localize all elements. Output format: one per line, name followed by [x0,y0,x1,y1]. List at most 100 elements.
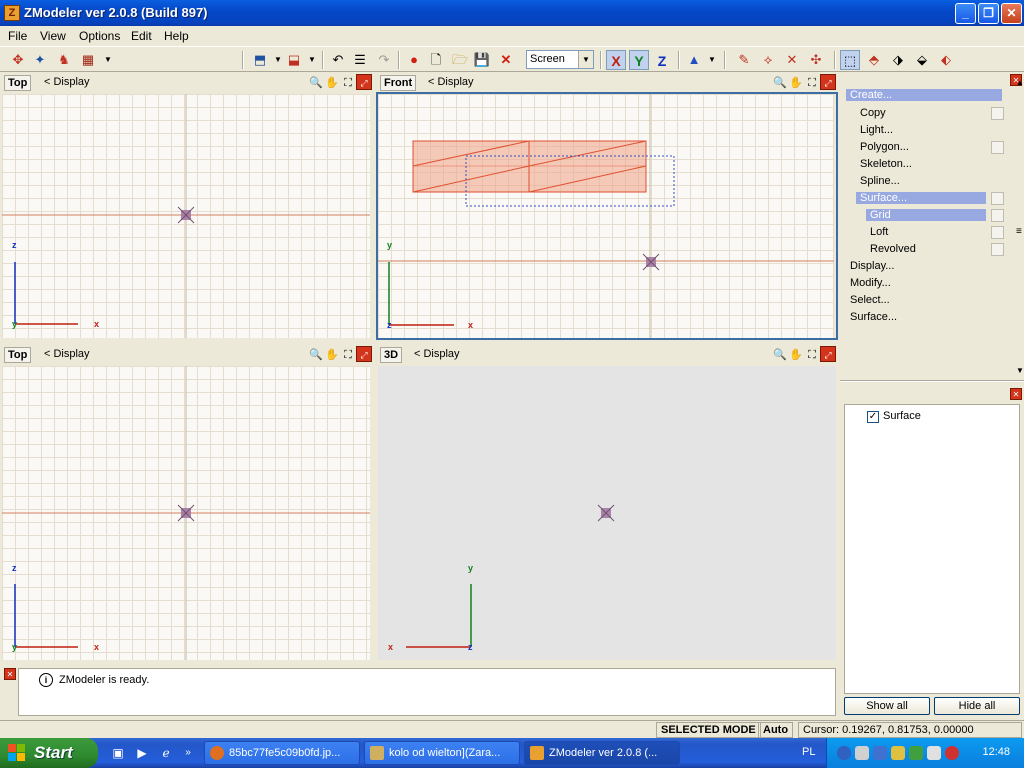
tree-item-grid[interactable]: Grid [866,209,986,221]
select-vertex-icon[interactable]: ⬚ [840,50,860,70]
multi-tool-icon[interactable]: ▦ [78,50,98,70]
tree-item-box[interactable] [991,226,1004,239]
start-button[interactable]: Start [0,738,98,768]
tree-item-display[interactable]: Display... [850,260,894,272]
tree-item-copy[interactable]: Copy [860,107,886,119]
pan-hand-icon[interactable]: ✋ [788,75,804,91]
scroll-grip-icon[interactable]: ≡ [1016,226,1022,237]
clock[interactable]: 12:48 [982,746,1010,758]
display-menu[interactable]: < Display [44,76,90,88]
zoom-icon[interactable]: 🔍 [772,75,788,91]
snap-grid-icon[interactable]: ✣ [806,50,826,70]
tree-item-box[interactable] [991,107,1004,120]
pan-hand-icon[interactable]: ✋ [324,347,340,363]
display-menu[interactable]: < Display [44,348,90,360]
zoom-icon[interactable]: 🔍 [308,75,324,91]
snap-point-icon[interactable]: ⟡ [758,50,778,70]
surface-checkbox[interactable]: ✓ [867,411,879,423]
tree-item-create[interactable]: Create... [846,89,1002,101]
chevron-down-icon[interactable]: ▼ [702,50,722,70]
maximize-viewport-icon[interactable]: ⤢ [820,346,836,362]
viewport-name[interactable]: 3D [380,347,403,363]
chevron-down-icon[interactable]: ▼ [578,51,593,68]
tray-update-icon[interactable] [909,746,923,760]
tray-shield-icon[interactable] [891,746,905,760]
viewport-name[interactable]: Top [4,347,32,363]
redo-icon[interactable]: ↷ [374,50,394,70]
viewport-top-right[interactable]: Front < Display 🔍 ✋ ⛶ ⤢ y x z [376,72,838,340]
maximize-viewport-icon[interactable]: ⤢ [356,74,372,90]
log-output[interactable]: i ZModeler is ready. [18,668,836,716]
menu-file[interactable]: File [8,29,27,43]
tree-item-spline[interactable]: Spline... [860,175,900,187]
tray-back-icon[interactable] [837,746,851,760]
tree-item-box[interactable] [991,141,1004,154]
tree-item-box[interactable] [991,192,1004,205]
chevron-down-icon[interactable]: ▼ [302,50,322,70]
surface-item-label[interactable]: Surface [883,410,921,422]
import-icon[interactable]: ⬒ [250,50,270,70]
select-all-icon[interactable]: ⬖ [936,50,956,70]
tree-item-surface-menu[interactable]: Surface... [850,311,897,323]
menu-edit[interactable]: Edit [131,29,152,43]
select-object-icon[interactable]: ⬙ [912,50,932,70]
tray-volume-icon[interactable] [927,746,941,760]
zoom-icon[interactable]: 🔍 [772,347,788,363]
tree-item-light[interactable]: Light... [860,124,893,136]
tray-app-icon[interactable] [855,746,869,760]
undo-icon[interactable]: ↶ [328,50,348,70]
tree-item-select[interactable]: Select... [850,294,890,306]
maximize-viewport-icon[interactable]: ⤢ [356,346,372,362]
maximize-viewport-icon[interactable]: ⤢ [820,74,836,90]
viewport-canvas[interactable]: z x y [2,366,370,660]
language-indicator[interactable]: PL [802,746,815,758]
render-mode-icon[interactable]: ▲ [684,50,704,70]
snap-mode-status[interactable]: Auto [758,722,794,738]
task-button-image[interactable]: 85bc77fe5c09b0fd.jp... [204,741,360,765]
zoom-icon[interactable]: 🔍 [308,347,324,363]
menu-view[interactable]: View [40,29,66,43]
viewport-canvas[interactable]: z x y [2,94,370,338]
media-player-icon[interactable]: ▶ [134,745,150,761]
app-icon[interactable]: Z [4,5,20,21]
show-all-button[interactable]: Show all [844,697,930,715]
select-face-icon[interactable]: ⬗ [888,50,908,70]
show-desktop-icon[interactable]: ▣ [110,745,126,761]
fit-view-icon[interactable]: ⛶ [804,347,820,363]
viewport-name[interactable]: Front [380,75,417,91]
tree-item-loft[interactable]: Loft [870,226,888,238]
snap-edge-icon[interactable]: ✕ [782,50,802,70]
tray-antivirus-icon[interactable] [945,746,959,760]
menu-help[interactable]: Help [164,29,189,43]
save-icon[interactable]: 💾 [472,50,492,70]
task-button-zmodeler[interactable]: ZModeler ver 2.0.8 (... [524,741,680,765]
close-icon[interactable]: ✕ [4,668,16,680]
axis-x-button[interactable]: X [606,50,626,70]
viewport-name[interactable]: Top [4,75,32,91]
tree-item-revolved[interactable]: Revolved [870,243,916,255]
panel-divider[interactable] [840,380,1024,382]
maximize-button[interactable]: ❐ [978,3,999,24]
internet-explorer-icon[interactable]: ℯ [158,745,174,761]
open-folder-icon[interactable]: 🗁 [450,50,470,70]
history-icon[interactable]: ☰ [350,50,370,70]
tree-item-box[interactable] [991,209,1004,222]
tree-item-polygon[interactable]: Polygon... [860,141,909,153]
pan-hand-icon[interactable]: ✋ [324,75,340,91]
close-button[interactable]: ✕ [1001,3,1022,24]
move-tool-icon[interactable]: ✦ [30,50,50,70]
axis-y-button[interactable]: Y [629,50,649,70]
tree-item-modify[interactable]: Modify... [850,277,891,289]
export-icon[interactable]: ⬓ [284,50,304,70]
paint-icon[interactable]: ✎ [734,50,754,70]
chevron-down-icon[interactable]: ▼ [98,50,118,70]
select-edge-icon[interactable]: ⬘ [864,50,884,70]
fit-view-icon[interactable]: ⛶ [340,347,356,363]
quicklaunch-more-icon[interactable]: » [180,745,196,761]
viewport-top-left[interactable]: Top < Display 🔍 ✋ ⛶ ⤢ z x y [0,72,374,340]
record-icon[interactable]: ● [404,50,424,70]
fit-view-icon[interactable]: ⛶ [804,75,820,91]
viewport-bottom-right[interactable]: 3D < Display 🔍 ✋ ⛶ ⤢ y x z [376,344,838,662]
delete-icon[interactable]: ✕ [496,50,516,70]
close-icon[interactable]: ✕ [1010,388,1022,400]
